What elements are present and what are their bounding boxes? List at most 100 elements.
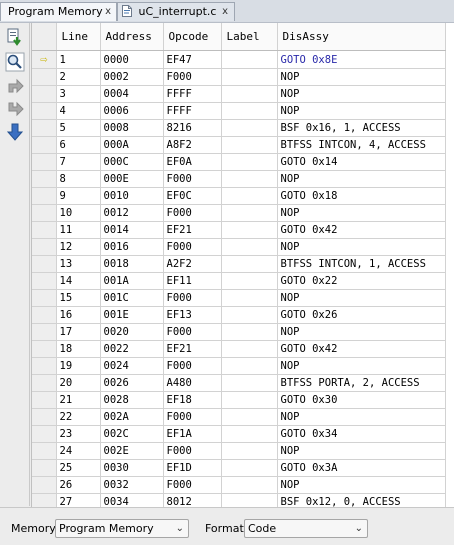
table-row[interactable]: 21 0028 EF18 GOTO 0x30	[32, 391, 446, 409]
memory-download-icon[interactable]	[5, 27, 25, 47]
format-select[interactable]: Code ⌄	[244, 519, 368, 538]
table-row[interactable]: 26 0032 F000 NOP	[32, 476, 446, 494]
editor-tab-bar: Program Memory x uC_interrupt.c x	[0, 0, 454, 23]
column-header-address[interactable]: Address	[100, 23, 164, 51]
cell-opcode: A480	[162, 374, 222, 392]
table-row[interactable]: 14 001A EF11 GOTO 0x22	[32, 272, 446, 290]
table-row[interactable]: 9 0010 EF0C GOTO 0x18	[32, 187, 446, 205]
cell-line: 26	[55, 476, 101, 494]
table-row[interactable]: 23 002C EF1A GOTO 0x34	[32, 425, 446, 443]
cell-label	[220, 136, 278, 154]
cell-opcode: EF11	[162, 272, 222, 290]
row-marker-cell	[32, 442, 57, 460]
cell-address: 002A	[99, 408, 164, 426]
cell-address: 001E	[99, 306, 164, 324]
chevron-down-icon: ⌄	[354, 523, 363, 534]
cell-disassy: NOP	[276, 68, 446, 86]
cell-disassy: GOTO 0x34	[276, 425, 446, 443]
column-header-disassy[interactable]: DisAssy	[277, 23, 446, 51]
table-row[interactable]: 12 0016 F000 NOP	[32, 238, 446, 256]
cell-opcode: EF0C	[162, 187, 222, 205]
table-row[interactable]: 3 0004 FFFF NOP	[32, 85, 446, 103]
close-tab-icon[interactable]: x	[105, 3, 111, 20]
table-row[interactable]: 17 0020 F000 NOP	[32, 323, 446, 341]
cell-label	[220, 221, 278, 239]
table-row[interactable]: 7 000C EF0A GOTO 0x14	[32, 153, 446, 171]
row-marker-cell	[32, 85, 57, 103]
table-row[interactable]: ⇨ 1 0000 EF47 GOTO 0x8E	[32, 50, 446, 69]
tab-uc-interrupt-c[interactable]: uC_interrupt.c x	[117, 2, 235, 21]
table-row[interactable]: 6 000A A8F2 BTFSS INTCON, 4, ACCESS	[32, 136, 446, 154]
cell-address: 0008	[99, 119, 164, 137]
table-row[interactable]: 24 002E F000 NOP	[32, 442, 446, 460]
column-header-label[interactable]: Label	[221, 23, 278, 51]
table-row[interactable]: 5 0008 8216 BSF 0x16, 1, ACCESS	[32, 119, 446, 137]
cell-label	[220, 425, 278, 443]
cell-label	[220, 306, 278, 324]
table-row[interactable]: 16 001E EF13 GOTO 0x26	[32, 306, 446, 324]
cell-disassy: GOTO 0x22	[276, 272, 446, 290]
cell-opcode: F000	[162, 357, 222, 375]
row-marker-cell	[32, 425, 57, 443]
cell-disassy: BSF 0x16, 1, ACCESS	[276, 119, 446, 137]
move-next-icon[interactable]	[5, 99, 25, 119]
table-row[interactable]: 19 0024 F000 NOP	[32, 357, 446, 375]
table-row[interactable]: 2 0002 F000 NOP	[32, 68, 446, 86]
cell-label	[220, 255, 278, 273]
row-marker-cell	[32, 459, 57, 477]
cell-label	[220, 442, 278, 460]
cell-label	[220, 340, 278, 358]
cell-label	[220, 68, 278, 86]
table-row[interactable]: 10 0012 F000 NOP	[32, 204, 446, 222]
cell-opcode: F000	[162, 204, 222, 222]
table-row[interactable]: 18 0022 EF21 GOTO 0x42	[32, 340, 446, 358]
table-row[interactable]: 11 0014 EF21 GOTO 0x42	[32, 221, 446, 239]
table-row[interactable]: 22 002A F000 NOP	[32, 408, 446, 426]
cell-label	[220, 374, 278, 392]
cell-disassy: GOTO 0x42	[276, 221, 446, 239]
row-marker-cell	[32, 357, 57, 375]
move-up-icon[interactable]	[5, 76, 25, 96]
column-header-line[interactable]: Line	[56, 23, 101, 51]
row-marker-cell	[32, 340, 57, 358]
table-row[interactable]: 25 0030 EF1D GOTO 0x3A	[32, 459, 446, 477]
cell-line: 11	[55, 221, 101, 239]
table-row[interactable]: 8 000E F000 NOP	[32, 170, 446, 188]
cell-label	[220, 289, 278, 307]
format-select-value: Code	[248, 522, 277, 535]
cell-label	[220, 119, 278, 137]
table-row[interactable]: 20 0026 A480 BTFSS PORTA, 2, ACCESS	[32, 374, 446, 392]
table-row[interactable]: 4 0006 FFFF NOP	[32, 102, 446, 120]
cell-label	[220, 391, 278, 409]
memory-select[interactable]: Program Memory ⌄	[55, 519, 189, 538]
cell-opcode: FFFF	[162, 102, 222, 120]
close-tab-icon[interactable]: x	[222, 3, 228, 20]
table-row[interactable]: 15 001C F000 NOP	[32, 289, 446, 307]
download-arrow-icon[interactable]	[5, 122, 25, 142]
cell-line: 15	[55, 289, 101, 307]
column-header-opcode[interactable]: Opcode	[163, 23, 222, 51]
table-row[interactable]: 27 0034 8012 BSF 0x12, 0, ACCESS	[32, 493, 446, 507]
cell-label	[220, 50, 278, 69]
cell-opcode: F000	[162, 170, 222, 188]
cell-line: 7	[55, 153, 101, 171]
cell-opcode: 8012	[162, 493, 222, 507]
cell-opcode: EF21	[162, 340, 222, 358]
search-icon[interactable]	[5, 52, 25, 72]
cell-line: 21	[55, 391, 101, 409]
cell-address: 001C	[99, 289, 164, 307]
table-row[interactable]: 13 0018 A2F2 BTFSS INTCON, 1, ACCESS	[32, 255, 446, 273]
cell-label	[220, 323, 278, 341]
cell-address: 0006	[99, 102, 164, 120]
cell-line: 23	[55, 425, 101, 443]
cell-label	[220, 459, 278, 477]
cell-address: 0002	[99, 68, 164, 86]
tab-program-memory[interactable]: Program Memory x	[0, 2, 117, 21]
cell-label	[220, 493, 278, 507]
cell-label	[220, 85, 278, 103]
cell-address: 0034	[99, 493, 164, 507]
cell-disassy: BSF 0x12, 0, ACCESS	[276, 493, 446, 507]
cell-disassy: GOTO 0x26	[276, 306, 446, 324]
cell-disassy: GOTO 0x8E	[276, 50, 446, 69]
row-marker-cell	[32, 493, 57, 507]
